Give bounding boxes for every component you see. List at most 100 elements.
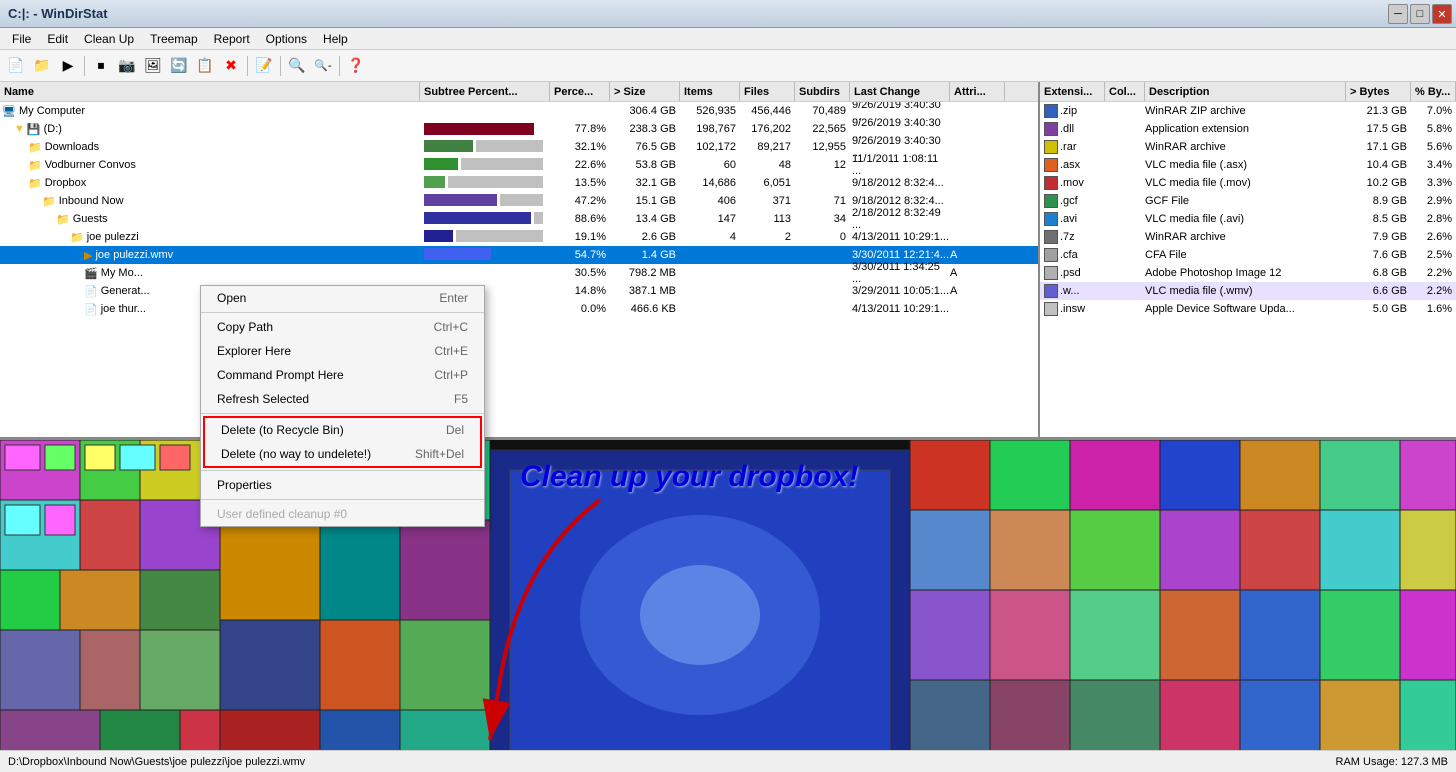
ctx-explorer-here[interactable]: Explorer Here Ctrl+E	[201, 339, 484, 363]
ctx-explorer-label: Explorer Here	[217, 344, 291, 358]
ext-row-7z[interactable]: .7z WinRAR archive 7.9 GB 2.6%	[1040, 228, 1456, 246]
ext-col-pct[interactable]: % By...	[1411, 82, 1456, 101]
inbound-icon: 📁	[42, 195, 56, 208]
ctx-refresh[interactable]: Refresh Selected F5	[201, 387, 484, 411]
menu-report[interactable]: Report	[206, 30, 258, 48]
ext-content: .zip WinRAR ZIP archive 21.3 GB 7.0% .dl…	[1040, 102, 1456, 437]
wmv-bar	[424, 248, 491, 260]
tb-zoom-out-btn[interactable]: 🔍-	[311, 54, 335, 78]
ext-row-insw[interactable]: .insw Apple Device Software Upda... 5.0 …	[1040, 300, 1456, 318]
tb-open-btn[interactable]: 📁	[30, 54, 54, 78]
inbound-bar2	[500, 194, 543, 206]
mov-pct: 3.3%	[1411, 177, 1456, 189]
ext-row-avi[interactable]: .avi VLC media file (.avi) 8.5 GB 2.8%	[1040, 210, 1456, 228]
d-bar	[424, 123, 534, 135]
tb-copy-btn[interactable]: 📋	[193, 54, 217, 78]
ctx-cmd-shortcut: Ctrl+P	[434, 368, 468, 382]
col-attrib[interactable]: Attri...	[950, 82, 1005, 101]
ext-row-gcf[interactable]: .gcf GCF File 8.9 GB 2.9%	[1040, 192, 1456, 210]
col-items[interactable]: Items	[680, 82, 740, 101]
ext-col-desc[interactable]: Description	[1145, 82, 1346, 101]
ctx-open[interactable]: Open Enter	[201, 286, 484, 310]
minimize-button[interactable]: ─	[1388, 4, 1408, 24]
inbound-label: Inbound Now	[59, 195, 124, 207]
menu-edit[interactable]: Edit	[39, 30, 76, 48]
tree-row-mymo[interactable]: 🎬 My Mo... 30.5% 798.2 MB 3/30/2011 1:34…	[0, 264, 1038, 282]
ctx-delete-recycle-label: Delete (to Recycle Bin)	[221, 423, 344, 437]
col-subdirs[interactable]: Subdirs	[795, 82, 850, 101]
avi-ext: .avi	[1060, 213, 1077, 225]
tb-cam2-btn[interactable]: 🖼	[141, 54, 165, 78]
ext-row-cfa[interactable]: .cfa CFA File 7.6 GB 2.5%	[1040, 246, 1456, 264]
joe-folder-lastchange: 4/13/2011 10:29:1...	[850, 231, 950, 243]
menu-options[interactable]: Options	[258, 30, 315, 48]
tb-cam1-btn[interactable]: 📷	[115, 54, 139, 78]
ctx-refresh-shortcut: F5	[454, 392, 468, 406]
menu-help[interactable]: Help	[315, 30, 356, 48]
tree-row-vodburner[interactable]: 📁 Vodburner Convos 22.6% 53.8 GB 60 48 1…	[0, 156, 1038, 174]
col-subtree[interactable]: Subtree Percent...	[420, 82, 550, 101]
psd-bytes: 6.8 GB	[1346, 267, 1411, 279]
close-button[interactable]: ✕	[1432, 4, 1452, 24]
dll-bytes: 17.5 GB	[1346, 123, 1411, 135]
toolbar-separator-2	[247, 56, 248, 76]
asx-desc: VLC media file (.asx)	[1145, 159, 1346, 171]
tree-row-joe-folder[interactable]: 📁 joe pulezzi 19.1% 2.6 GB 4 2 0 4/13/20…	[0, 228, 1038, 246]
tb-help-btn[interactable]: ❓	[344, 54, 368, 78]
tb-delete-btn[interactable]: ✖	[219, 54, 243, 78]
ext-row-wmv[interactable]: .w... VLC media file (.wmv) 6.6 GB 2.2%	[1040, 282, 1456, 300]
ctx-copy-path[interactable]: Copy Path Ctrl+C	[201, 315, 484, 339]
tree-row-guests[interactable]: 📁 Guests 88.6% 13.4 GB 147 113 34 2/18/2…	[0, 210, 1038, 228]
tb-refresh-btn[interactable]: ▶	[56, 54, 80, 78]
ext-row-psd[interactable]: .psd Adobe Photoshop Image 12 6.8 GB 2.2…	[1040, 264, 1456, 282]
menu-treemap[interactable]: Treemap	[142, 30, 206, 48]
ctx-delete-recycle[interactable]: Delete (to Recycle Bin) Del	[205, 418, 480, 442]
tree-row-dropbox[interactable]: 📁 Dropbox 13.5% 32.1 GB 14,686 6,051 9/1…	[0, 174, 1038, 192]
col-size[interactable]: > Size	[610, 82, 680, 101]
ctx-properties[interactable]: Properties	[201, 473, 484, 497]
wmv-attrib: A	[950, 249, 1005, 261]
ext-col-color[interactable]: Col...	[1105, 82, 1145, 101]
ctx-user-cleanup: User defined cleanup #0	[201, 502, 484, 526]
tree-content: 🖥 My Computer 306.4 GB 526,935 456,446 7…	[0, 102, 1038, 437]
ext-row-dll[interactable]: .dll Application extension 17.5 GB 5.8%	[1040, 120, 1456, 138]
col-perce[interactable]: Perce...	[550, 82, 610, 101]
vodburner-subdirs: 12	[795, 159, 850, 171]
ctx-cmd-here[interactable]: Command Prompt Here Ctrl+P	[201, 363, 484, 387]
ext-col-bytes[interactable]: > Bytes	[1346, 82, 1411, 101]
inbound-size: 15.1 GB	[610, 195, 680, 207]
col-lastchange[interactable]: Last Change	[850, 82, 950, 101]
ext-row-mov[interactable]: .mov VLC media file (.mov) 10.2 GB 3.3%	[1040, 174, 1456, 192]
asx-ext: .asx	[1060, 159, 1080, 171]
ctx-delete-permanent[interactable]: Delete (no way to undelete!) Shift+Del	[205, 442, 480, 466]
ext-col-ext[interactable]: Extensi...	[1040, 82, 1105, 101]
tb-stop-btn[interactable]: ⏹	[89, 54, 113, 78]
menu-cleanup[interactable]: Clean Up	[76, 30, 142, 48]
tb-zoom-in-btn[interactable]: 🔍	[285, 54, 309, 78]
tree-row-joethur[interactable]: 📄 joe thur... 0.0% 466.6 KB 4/13/2011 10…	[0, 300, 1038, 318]
menu-file[interactable]: File	[4, 30, 39, 48]
drive-icon: 💾	[27, 123, 41, 136]
tb-new-btn[interactable]: 📄	[4, 54, 28, 78]
tb-doc-btn[interactable]: 📝	[252, 54, 276, 78]
col-name[interactable]: Name	[0, 82, 420, 101]
ext-row-rar[interactable]: .rar WinRAR archive 17.1 GB 5.6%	[1040, 138, 1456, 156]
status-ram: RAM Usage: 127.3 MB	[1336, 756, 1449, 768]
zip-desc: WinRAR ZIP archive	[1145, 105, 1346, 117]
ctx-user-cleanup-label: User defined cleanup #0	[217, 507, 347, 521]
vodburner-size: 53.8 GB	[610, 159, 680, 171]
7z-ext: .7z	[1060, 231, 1075, 243]
mycomputer-label: My Computer	[19, 105, 85, 117]
col-files[interactable]: Files	[740, 82, 795, 101]
downloads-subdirs: 12,955	[795, 141, 850, 153]
dll-color-swatch	[1044, 122, 1058, 136]
tree-row-generat[interactable]: 📄 Generat... 14.8% 387.1 MB 3/29/2011 10…	[0, 282, 1038, 300]
maximize-button[interactable]: □	[1410, 4, 1430, 24]
tb-reload-btn[interactable]: 🔄	[167, 54, 191, 78]
avi-pct: 2.8%	[1411, 213, 1456, 225]
joe-folder-bar	[424, 230, 453, 242]
ext-row-asx[interactable]: .asx VLC media file (.asx) 10.4 GB 3.4%	[1040, 156, 1456, 174]
ext-row-zip[interactable]: .zip WinRAR ZIP archive 21.3 GB 7.0%	[1040, 102, 1456, 120]
d-size: 238.3 GB	[610, 123, 680, 135]
gcf-color-swatch	[1044, 194, 1058, 208]
